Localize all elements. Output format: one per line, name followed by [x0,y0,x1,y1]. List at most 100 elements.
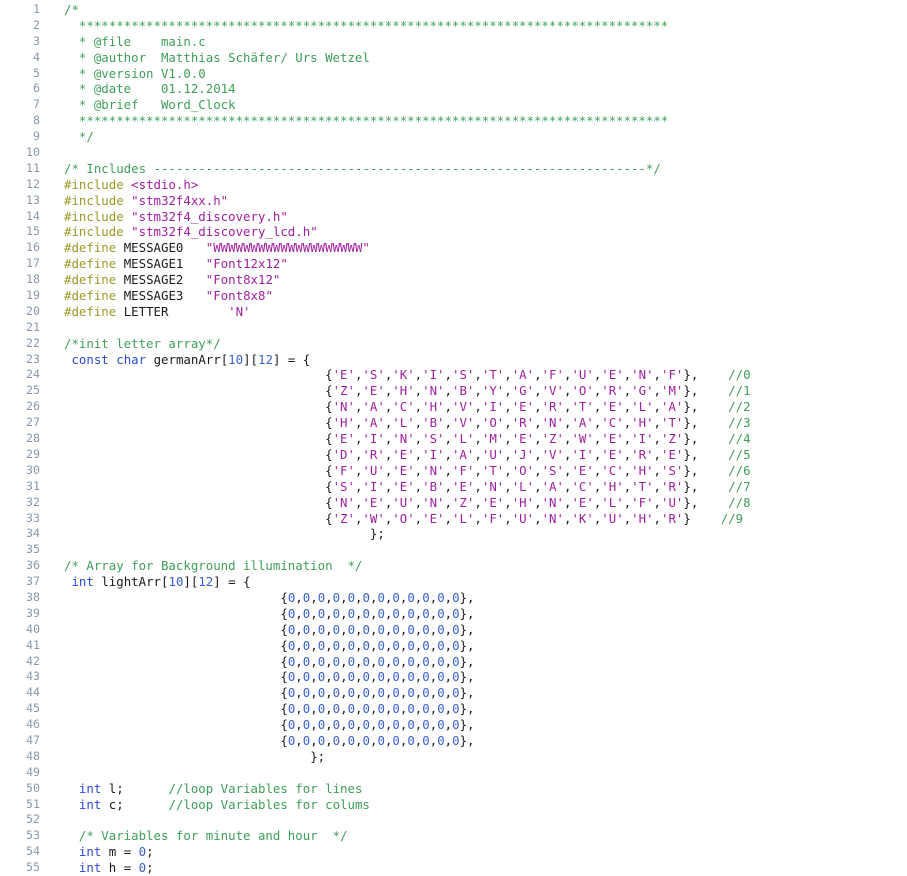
punct: , [325,685,333,701]
line-content: {0,0,0,0,0,0,0,0,0,0,0,0}, [40,605,475,622]
code-line: 13 #include "stm32f4xx.h" [0,193,907,209]
kw-char: char [116,351,147,367]
light-val-8-10: 0 [437,717,445,733]
line-content: {'H','A','L','B','V','O','R','N','A','C'… [40,415,750,431]
punct: , [444,701,453,717]
code-line: 23 const char germanArr[10][12] = { [0,352,907,368]
light-val-5-5: 0 [362,669,370,685]
punct: , [295,653,303,669]
light-val-0-5: 0 [362,589,370,605]
num: 10 [228,351,244,367]
comment-time-vars: /* Variables for minute and hour */ [78,828,348,844]
punct: , [340,637,348,653]
punct: , [653,462,662,478]
letter-8-3: 'N' [422,494,445,510]
line-number: 36 [26,558,40,573]
line-number: 11 [26,160,40,175]
line-content: /* Includes ----------------------------… [40,161,661,177]
letter-8-11: 'U' [661,494,684,510]
letter-8-4: 'Z' [452,494,475,510]
light-val-2-8: 0 [407,621,415,637]
comment-loopvar-1: //loop Variables for colums [168,796,370,812]
line-content: * @brief Word_Clock [40,97,236,113]
punct: { [280,589,288,605]
letter-9-6: 'U' [511,510,535,526]
light-val-1-5: 0 [362,605,370,621]
preproc-include: #include [64,192,124,208]
line-content: {'S','I','E','B','E','N','L','A','C','H'… [40,478,750,495]
code-line: 25 {'Z','E','H','N','B','Y','G','V','O',… [0,383,907,399]
line-content: }; [40,526,385,542]
punct: { [280,669,288,685]
light-val-7-9: 0 [422,701,430,717]
light-val-6-9: 0 [422,685,430,701]
light-val-6-10: 0 [437,685,445,701]
letter-1-3: 'N' [422,383,445,399]
code-line: 1 /* [0,2,907,18]
line-content: {0,0,0,0,0,0,0,0,0,0,0,0}, [40,732,475,749]
letter-0-6: 'A' [511,367,535,383]
light-val-2-11: 0 [452,621,460,637]
letter-1-10: 'G' [631,383,654,399]
ident-loopvar-1: c; [108,796,124,812]
punct: , [310,701,318,717]
letter-5-6: 'J' [511,446,535,462]
letter-1-6: 'G' [511,383,535,399]
code-viewer[interactable]: 1/* 2 ***********************************… [0,0,907,875]
letter-0-10: 'N' [631,367,654,383]
light-val-0-6: 0 [377,589,385,605]
letter-5-5: 'U' [481,446,505,462]
punct: , [653,494,662,510]
light-val-7-6: 0 [377,701,385,717]
line-number: 14 [26,208,40,223]
code-line: 14 #include "stm32f4_discovery.h" [0,209,907,225]
letter-4-9: 'E' [601,431,624,447]
line-content: #define MESSAGE1 "Font12x12" [40,256,288,272]
letter-2-4: 'V' [452,399,475,415]
num-timevar-0: 0 [138,844,147,860]
letter-8-2: 'U' [392,494,415,510]
line-number: 27 [26,415,40,430]
punct: , [653,383,662,399]
punct: , [310,685,318,701]
light-val-4-8: 0 [407,653,415,669]
light-val-2-5: 0 [362,621,370,637]
line-content: {0,0,0,0,0,0,0,0,0,0,0,0}, [40,669,474,685]
punct: , [295,717,303,733]
letter-2-0: 'N' [332,399,355,415]
code-line: 33 {'Z','W','O','E','L','F','U','N','K',… [0,511,907,527]
punct: , [534,431,542,447]
line-number: 40 [26,621,40,636]
punct: }, [459,732,475,748]
num: 10 [168,574,184,590]
line-number: 55 [26,860,40,875]
letter-7-0: 'S' [332,478,355,494]
line-number: 17 [26,256,40,271]
letter-5-0: 'D' [332,446,355,462]
letter-1-1: 'E' [362,383,385,399]
punct: }, [459,605,475,621]
preproc-define: #define [64,288,117,304]
punct: , [310,732,318,748]
punct: { [280,637,288,653]
letter-9-10: 'H' [631,510,654,526]
letter-5-11: 'E' [661,446,684,462]
letter-6-2: 'E' [392,462,415,478]
letter-6-9: 'C' [601,462,624,478]
punct: , [504,431,512,447]
letter-5-9: 'E' [601,446,624,462]
row-index-comment-1: //1 [728,383,751,399]
code-line: 55 int h = 0; [0,860,907,876]
light-val-9-9: 0 [422,732,430,748]
letter-6-6: 'O' [511,462,535,478]
code-line: 16 #define MESSAGE0 "WWWWWWWWWWWWWWWWWWWW… [0,240,907,256]
punct: , [444,462,452,478]
punct: }, [683,367,699,383]
line-number: 45 [26,701,40,716]
code-line: 18 #define MESSAGE2 "Font8x12" [0,272,907,288]
code-line: 46 {0,0,0,0,0,0,0,0,0,0,0,0}, [0,717,907,733]
punct: { [325,383,333,399]
punct: }, [683,494,699,510]
kw-int: int [78,860,102,876]
define-value-0: "WWWWWWWWWWWWWWWWWWWW" [205,240,370,256]
